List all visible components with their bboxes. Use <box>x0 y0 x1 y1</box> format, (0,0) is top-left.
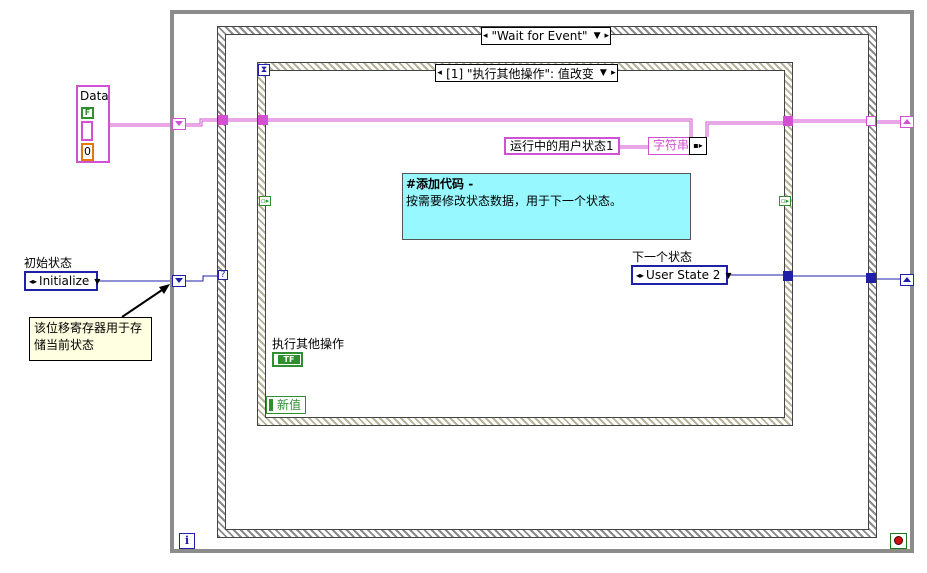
other-action-label: 执行其他操作 <box>272 337 345 351</box>
next-state-value: User State 2 <box>646 268 721 282</box>
note-line-2: 储当前状态 <box>34 338 95 352</box>
increment-decrement-icon[interactable]: ◂▸ <box>636 271 644 280</box>
dropdown-icon[interactable]: ▼ <box>597 68 610 78</box>
prev-case-icon[interactable]: ◂ <box>436 68 443 78</box>
case-selector[interactable]: ◂ [1] "执行其他操作": 值改变 ▼ ▸ <box>435 64 618 82</box>
down-arrow-icon <box>175 278 183 283</box>
increment-decrement-icon[interactable]: ◂▸ <box>29 277 37 286</box>
string-type-label: 字符串 <box>648 137 695 155</box>
case-tunnel-cluster-out[interactable] <box>783 116 793 126</box>
string-element[interactable] <box>81 121 93 141</box>
new-value-node[interactable]: 新值 <box>266 396 306 414</box>
dropdown-icon[interactable]: ▼ <box>725 271 731 280</box>
next-state-label: 下一个状态 <box>632 250 693 264</box>
note-line-1: 该位移寄存器用于存 <box>34 321 143 335</box>
dropdown-icon[interactable]: ▼ <box>94 277 100 286</box>
event-data-node-icon[interactable]: ▫▸ <box>779 196 791 206</box>
user-state-string-constant[interactable]: 运行中的用户状态1 <box>504 137 620 155</box>
event-tunnel-cluster-out[interactable] <box>866 116 876 126</box>
iteration-terminal: i <box>179 533 195 549</box>
initial-state-label: 初始状态 <box>24 256 73 270</box>
state-shift-register-right[interactable] <box>900 274 914 286</box>
event-case-label: "Wait for Event" <box>491 29 588 43</box>
event-case-selector[interactable]: ◂ "Wait for Event" ▼ ▸ <box>481 27 611 45</box>
event-data-node-icon[interactable]: ▫▸ <box>259 196 271 206</box>
up-arrow-icon <box>903 277 911 282</box>
cluster-label: Data <box>80 89 109 103</box>
note-arrow <box>121 284 170 318</box>
event-tunnel-state-in[interactable]: ? <box>218 270 228 280</box>
stop-terminal[interactable] <box>890 533 907 549</box>
case-tunnel-cluster-in[interactable] <box>258 115 268 125</box>
comment-box[interactable]: #添加代码 - 按需要修改状态数据，用于下一个状态。 <box>402 173 691 240</box>
comment-title: #添加代码 - <box>406 177 474 191</box>
next-case-icon[interactable]: ▸ <box>603 31 610 41</box>
tf-text: TF <box>278 355 300 364</box>
dropdown-icon[interactable]: ▼ <box>591 31 604 41</box>
shift-register-note: 该位移寄存器用于存 储当前状态 <box>29 317 152 361</box>
state-shift-register-left[interactable] <box>172 275 186 287</box>
down-arrow-icon <box>175 121 183 126</box>
next-state-enum[interactable]: ◂▸ User State 2 ▼ <box>631 265 732 285</box>
case-label: [1] "执行其他操作": 值改变 <box>446 66 594 81</box>
up-arrow-icon <box>903 119 911 124</box>
case-tunnel-state-out[interactable] <box>783 271 793 281</box>
event-tunnel-state-out[interactable] <box>866 273 876 283</box>
numeric-element[interactable]: 0 <box>81 143 94 161</box>
initial-state-value: Initialize <box>39 274 90 288</box>
other-action-boolean-terminal[interactable]: TF <box>272 352 303 367</box>
cluster-shift-register-left[interactable] <box>172 118 186 130</box>
case-structure[interactable] <box>257 62 793 426</box>
data-cluster-control[interactable]: Data F 0 <box>76 85 110 163</box>
comment-body: 按需要修改状态数据，用于下一个状态。 <box>406 194 623 208</box>
bundle-by-name-node[interactable]: ▪▸ <box>689 137 707 155</box>
event-tunnel-cluster-in[interactable] <box>218 115 228 125</box>
next-case-icon[interactable]: ▸ <box>610 68 617 78</box>
cluster-shift-register-right[interactable] <box>900 116 914 128</box>
boolean-element[interactable]: F <box>81 107 94 119</box>
initial-state-enum[interactable]: ◂▸ Initialize ▼ <box>24 271 100 291</box>
timeout-icon[interactable]: ⧗ <box>258 64 270 76</box>
